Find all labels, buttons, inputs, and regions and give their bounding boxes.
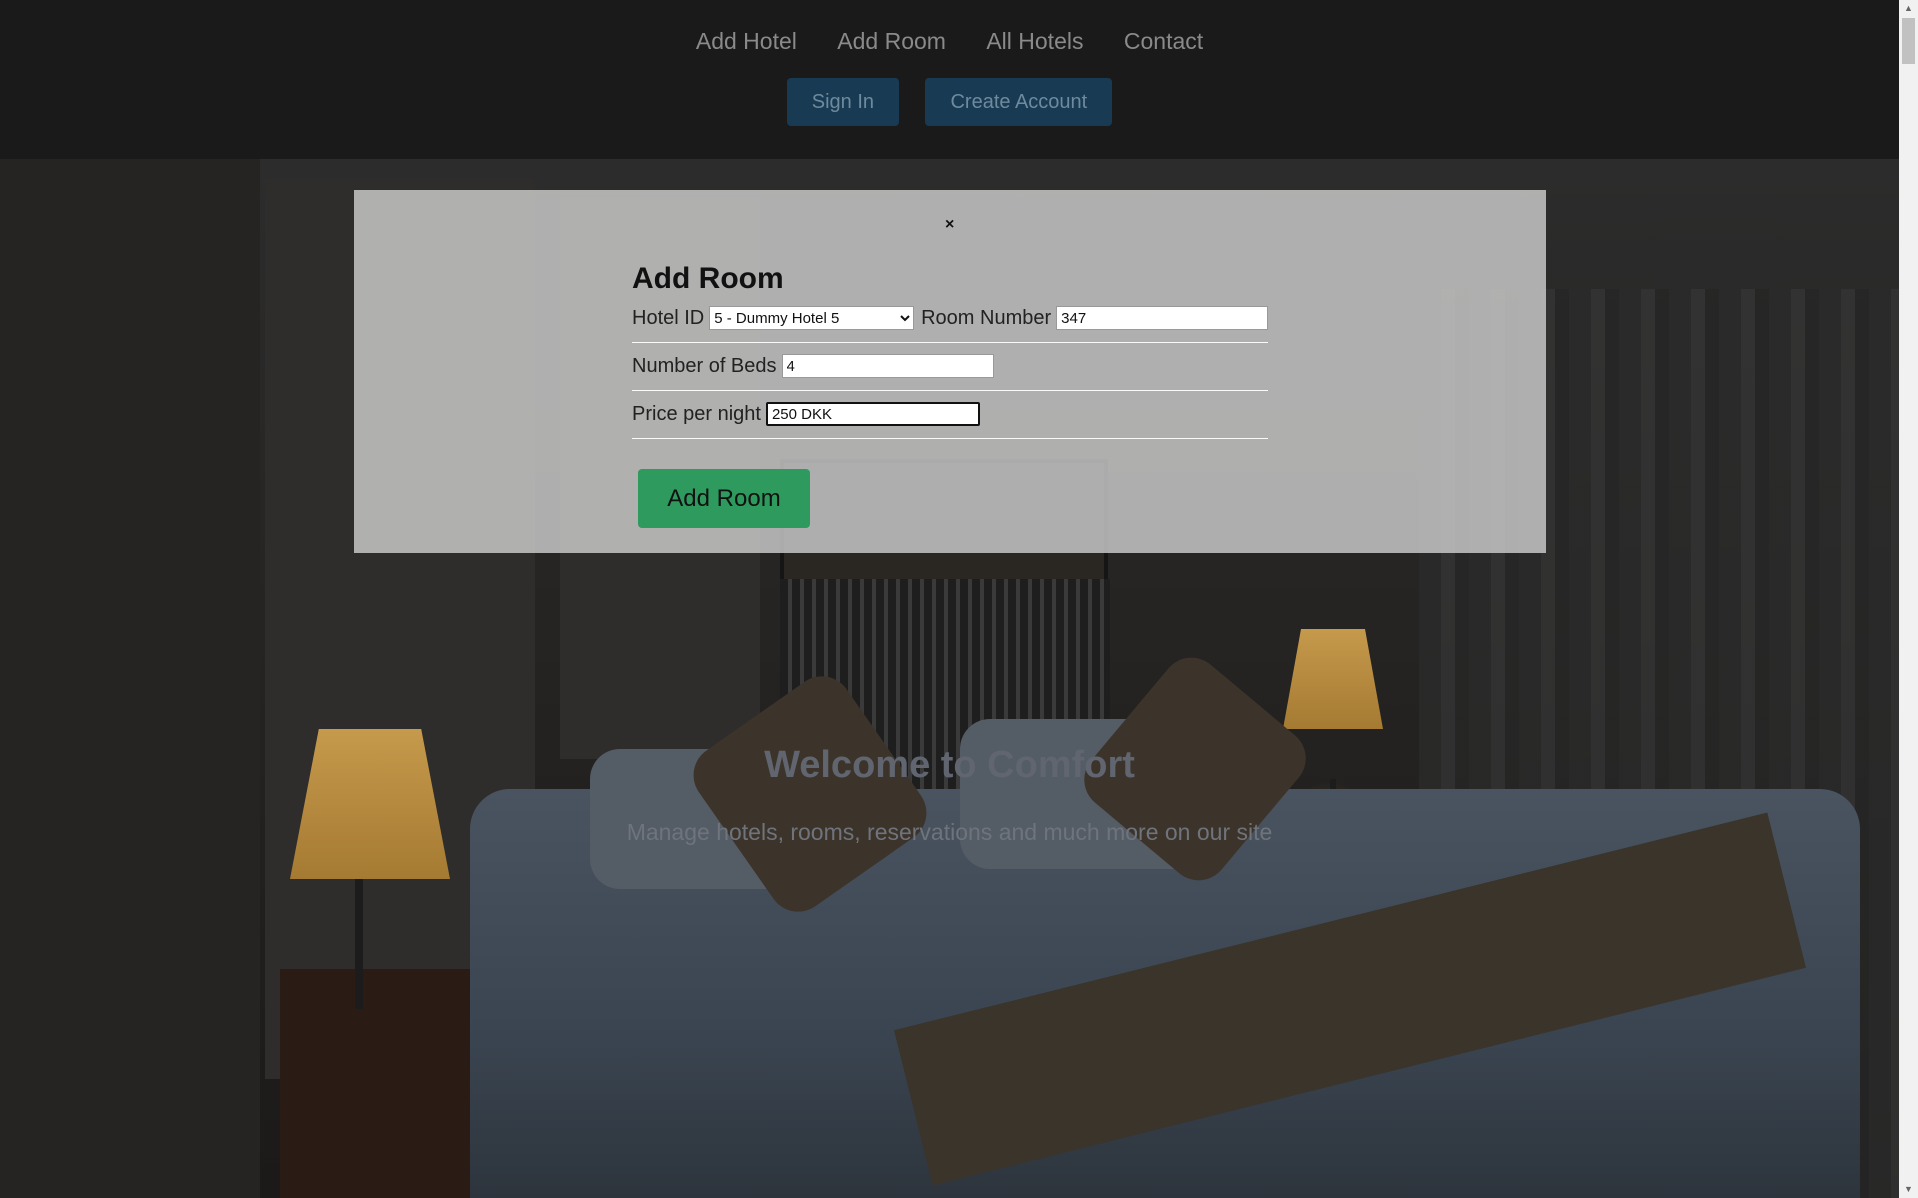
form-row-beds: Number of Beds (632, 342, 1268, 391)
create-account-button[interactable]: Create Account (925, 78, 1113, 126)
vertical-scrollbar[interactable]: ▲ ▼ (1899, 0, 1918, 1198)
add-room-submit-button[interactable]: Add Room (638, 469, 810, 528)
room-number-label: Room Number (921, 306, 1052, 329)
scroll-up-icon[interactable]: ▲ (1899, 0, 1918, 17)
nav-add-hotel-link[interactable]: Add Hotel (696, 28, 797, 55)
scroll-down-icon[interactable]: ▼ (1899, 1181, 1918, 1198)
close-icon[interactable]: × (945, 216, 954, 234)
price-label: Price per night (632, 402, 761, 425)
price-input[interactable] (765, 402, 980, 426)
form-row-hotel-room: Hotel ID 5 - Dummy Hotel 5 Room Number (632, 294, 1268, 343)
top-navbar: Add Hotel Add Room All Hotels Contact Si… (0, 0, 1899, 159)
lamp-stand (355, 859, 363, 1009)
hotel-id-select[interactable]: 5 - Dummy Hotel 5 (709, 306, 915, 330)
hotel-id-label: Hotel ID (632, 306, 705, 329)
hero-subtitle: Manage hotels, rooms, reservations and m… (626, 819, 1273, 845)
modal-title: Add Room (632, 262, 784, 295)
auth-buttons: Sign In Create Account (0, 78, 1899, 126)
lamp-shade (1283, 629, 1383, 729)
sign-in-button[interactable]: Sign In (786, 78, 900, 126)
room-number-input[interactable] (1056, 306, 1268, 330)
nav-contact-link[interactable]: Contact (1124, 28, 1203, 55)
scroll-thumb[interactable] (1902, 18, 1915, 64)
beds-input[interactable] (781, 354, 994, 378)
beds-label: Number of Beds (632, 354, 777, 377)
nav-all-hotels-link[interactable]: All Hotels (986, 28, 1083, 55)
nav-add-room-link[interactable]: Add Room (837, 28, 946, 55)
nav-links: Add Hotel Add Room All Hotels Contact (0, 28, 1899, 55)
add-room-modal: × Add Room Hotel ID 5 - Dummy Hotel 5 Ro… (354, 190, 1546, 553)
hero-title: Welcome to Comfort (764, 744, 1135, 786)
form-row-price: Price per night (632, 390, 1268, 439)
wall-panel (0, 159, 260, 1198)
